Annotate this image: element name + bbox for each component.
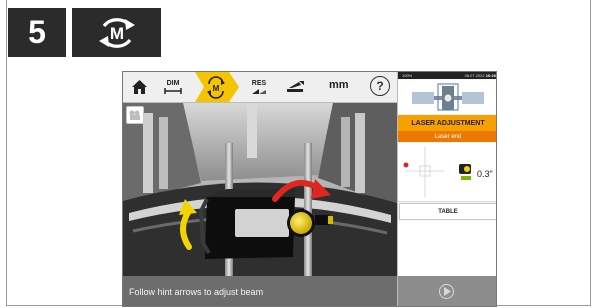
laser-adjustment-scene xyxy=(123,103,397,276)
alignment-icon xyxy=(287,81,304,92)
home-icon xyxy=(131,80,147,94)
status-time: 10:26 xyxy=(485,73,496,78)
device-screen: DIM M RES mm ? Follow hint arrows to adj… xyxy=(122,71,497,307)
units-label[interactable]: mm xyxy=(329,79,349,91)
measure-mode-badge: M xyxy=(72,8,161,57)
table-button[interactable]: TABLE xyxy=(399,203,496,220)
measure-mode-icon: M xyxy=(98,17,135,48)
status-date: 08.07.2022 xyxy=(464,73,485,78)
step-number: 5 xyxy=(28,14,46,50)
home-button[interactable] xyxy=(127,72,151,102)
hint-bar: Follow hint arrows to adjust beam xyxy=(123,276,397,306)
continue-button[interactable] xyxy=(439,284,454,299)
panel-subtitle-text: Laser end xyxy=(434,133,462,140)
sensor-icon xyxy=(459,164,471,180)
tab-measure[interactable]: M xyxy=(195,72,239,102)
side-panel: 100% 08.07.2022 10:26 LASER ADJUSTMENT L… xyxy=(397,72,496,306)
panel-title: LASER ADJUSTMENT xyxy=(398,115,496,131)
svg-text:M: M xyxy=(109,24,123,43)
panel-empty-area xyxy=(398,221,496,276)
panel-subtitle: Laser end xyxy=(398,131,496,142)
play-bar xyxy=(398,276,496,306)
laser-target-view: 0.3" xyxy=(398,143,496,202)
svg-text:M: M xyxy=(213,84,220,93)
play-icon xyxy=(444,287,451,296)
step-number-badge: 5 xyxy=(8,8,66,57)
dim-label: DIM xyxy=(166,80,180,87)
machine-train-image xyxy=(398,80,496,114)
battery-level: 100% xyxy=(402,73,413,78)
dimensions-icon xyxy=(164,88,182,94)
dimensions-button[interactable]: DIM xyxy=(159,72,187,102)
results-icon xyxy=(252,88,266,94)
panel-title-text: LASER ADJUSTMENT xyxy=(411,119,485,127)
status-datetime: 08.07.2022 10:26 xyxy=(465,72,496,79)
help-button[interactable]: ? xyxy=(370,76,390,96)
camera-icon xyxy=(129,110,140,120)
res-label: RES xyxy=(251,79,267,87)
table-button-label: TABLE xyxy=(438,208,458,215)
help-icon: ? xyxy=(376,79,384,93)
alignment-button[interactable] xyxy=(281,72,309,102)
camera-view-button[interactable] xyxy=(126,106,144,124)
main-toolbar: DIM M RES mm ? xyxy=(123,72,397,103)
hint-text: Follow hint arrows to adjust beam xyxy=(129,286,264,297)
deviation-reading: 0.3" xyxy=(477,169,493,179)
status-bar: 100% 08.07.2022 10:26 xyxy=(398,72,496,79)
results-button[interactable]: RES xyxy=(245,72,273,102)
